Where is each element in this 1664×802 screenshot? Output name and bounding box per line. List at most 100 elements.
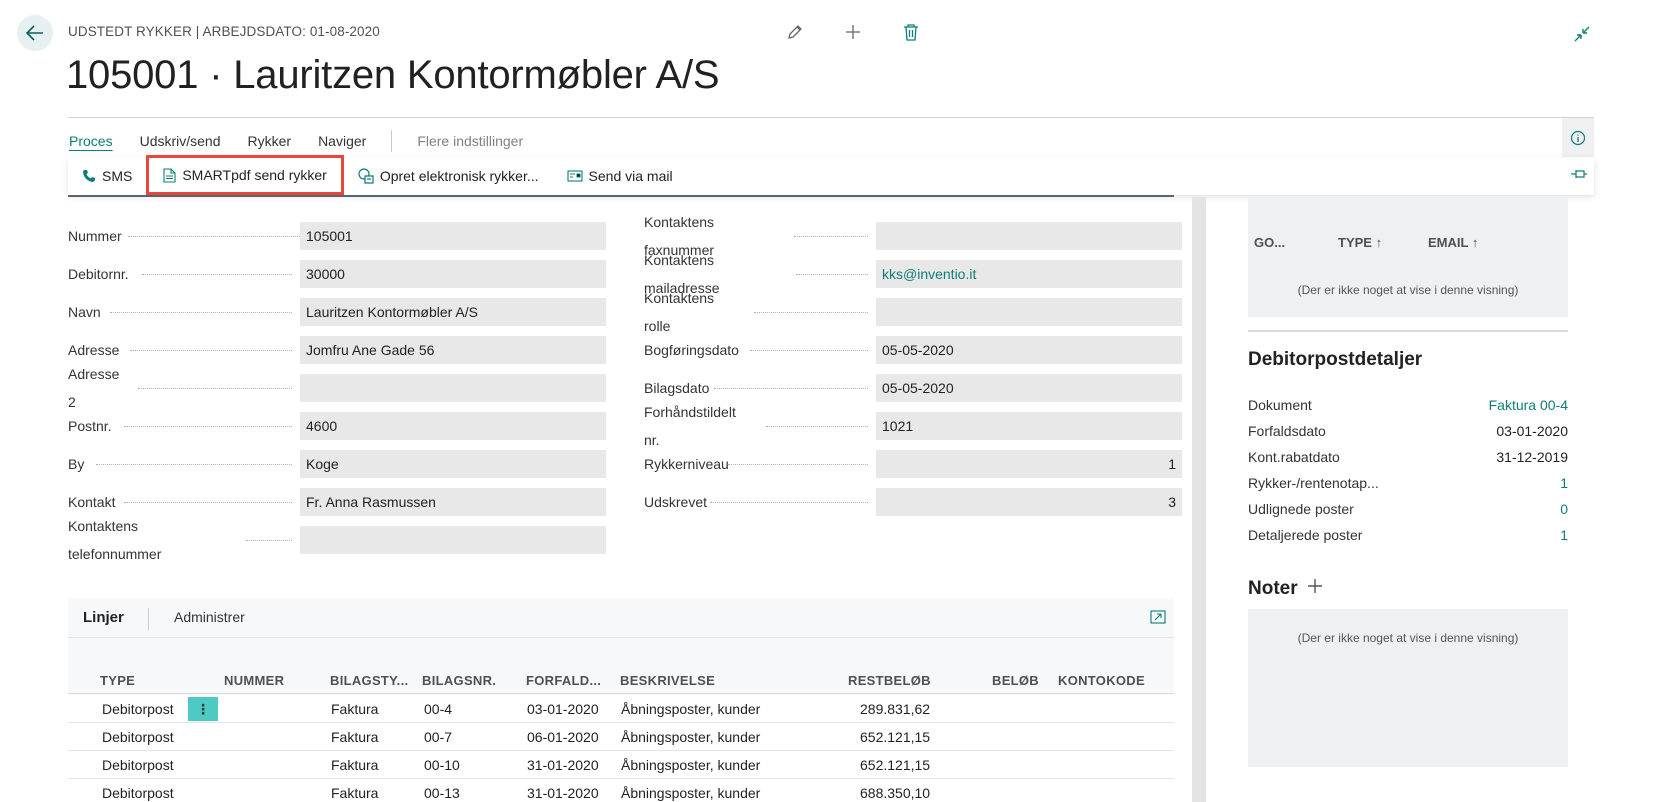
leader-dots bbox=[138, 388, 292, 389]
field-debitornr[interactable]: 30000 bbox=[300, 260, 606, 288]
col-bilagsnr[interactable]: BILAGSNR. bbox=[422, 673, 496, 688]
cell-type: Debitorpost bbox=[102, 785, 174, 801]
plus-icon bbox=[846, 25, 860, 39]
field-kontakt-mail[interactable]: kks@inventio.it bbox=[876, 260, 1182, 288]
col-forfaldsdato[interactable]: FORFALD... bbox=[526, 673, 601, 688]
tab-administrer[interactable]: Administrer bbox=[174, 609, 245, 625]
leader-dots bbox=[728, 464, 868, 465]
detail-row: Detaljerede poster 1 bbox=[1248, 527, 1568, 553]
pane-splitter[interactable] bbox=[1192, 197, 1206, 802]
cell-forfaldsdato: 31-01-2020 bbox=[527, 785, 599, 801]
mail-label: Send via mail bbox=[588, 168, 673, 184]
process-actions-bar: SMS SMARTpdf send rykker Opret elektroni… bbox=[68, 155, 1594, 195]
expand-icon bbox=[1150, 610, 1166, 624]
field-rykkerniveau[interactable]: 1 bbox=[876, 450, 1182, 478]
detail-row: Udlignede poster 0 bbox=[1248, 501, 1568, 527]
create-electronic-reminder-button[interactable]: Opret elektronisk rykker... bbox=[344, 157, 553, 195]
edit-button[interactable] bbox=[766, 20, 824, 44]
table-row[interactable]: Debitorpost Faktura 00-7 06-01-2020 Åbni… bbox=[68, 723, 1174, 751]
col-belob[interactable]: BELØB bbox=[992, 673, 1039, 688]
menu-udskriv-send[interactable]: Udskriv/send bbox=[140, 133, 221, 149]
col-type[interactable]: TYPE bbox=[100, 673, 135, 688]
field-label: Forhåndstildelt nr. bbox=[644, 404, 736, 448]
send-via-mail-button[interactable]: Send via mail bbox=[553, 157, 687, 195]
cell-forfaldsdato: 06-01-2020 bbox=[527, 729, 599, 745]
detail-value: 31-12-2019 bbox=[1496, 449, 1568, 465]
col-type[interactable]: TYPE ↑ bbox=[1338, 235, 1382, 250]
menu-naviger[interactable]: Naviger bbox=[318, 133, 366, 149]
pencil-icon bbox=[788, 25, 802, 39]
collapse-button[interactable] bbox=[1570, 22, 1594, 46]
lines-grid-header: TYPE NUMMER BILAGSTY... BILAGSNR. FORFAL… bbox=[68, 670, 1174, 694]
cell-forfaldsdato: 31-01-2020 bbox=[527, 757, 599, 773]
info-button[interactable] bbox=[1562, 118, 1594, 158]
tab-linjer[interactable]: Linjer bbox=[83, 609, 124, 626]
notes-empty-message: (Der er ikke noget at vise i denne visni… bbox=[1297, 631, 1519, 645]
record-actions bbox=[766, 20, 940, 44]
add-note-button[interactable] bbox=[1306, 577, 1324, 600]
cell-bilagstype: Faktura bbox=[331, 757, 379, 773]
field-label: Kontaktens telefonnummer bbox=[68, 518, 162, 562]
detail-value-link[interactable]: Faktura 00-4 bbox=[1489, 397, 1568, 413]
menu-more-options[interactable]: Flere indstillinger bbox=[417, 133, 523, 149]
field-adresse-2[interactable] bbox=[300, 374, 606, 402]
field-kontakt-fax[interactable] bbox=[876, 222, 1182, 250]
col-beskrivelse[interactable]: BESKRIVELSE bbox=[620, 673, 715, 688]
leader-dots bbox=[124, 502, 292, 503]
col-bilagstype[interactable]: BILAGSTY... bbox=[330, 673, 408, 688]
leader-dots bbox=[714, 388, 868, 389]
field-kontakt-telefon[interactable] bbox=[300, 526, 606, 554]
notes-header: Noter bbox=[1248, 577, 1324, 600]
expand-button[interactable] bbox=[1150, 610, 1166, 627]
field-bogforingsdato[interactable]: 05-05-2020 bbox=[876, 336, 1182, 364]
pin-button[interactable] bbox=[1570, 167, 1588, 184]
table-row[interactable]: Debitorpost Faktura 00-13 31-01-2020 Åbn… bbox=[68, 779, 1174, 802]
detail-value-link[interactable]: 1 bbox=[1560, 475, 1568, 491]
cell-type: Debitorpost bbox=[102, 729, 174, 745]
new-button[interactable] bbox=[824, 20, 882, 44]
row-menu-button[interactable]: ⋮ bbox=[188, 697, 218, 721]
field-forhandstildelt-nr[interactable]: 1021 bbox=[876, 412, 1182, 440]
leader-dots bbox=[110, 312, 292, 313]
sms-button[interactable]: SMS bbox=[68, 157, 146, 195]
detail-row: Forfaldsdato 03-01-2020 bbox=[1248, 423, 1568, 449]
detail-value-link[interactable]: 1 bbox=[1560, 527, 1568, 543]
table-row[interactable]: Debitorpost ⋮ Faktura 00-4 03-01-2020 Åb… bbox=[68, 695, 1174, 723]
col-nummer[interactable]: NUMMER bbox=[224, 673, 284, 688]
cell-beskrivelse: Åbningsposter, kunder bbox=[621, 757, 761, 773]
back-button[interactable] bbox=[17, 15, 53, 51]
field-label: Bogføringsdato bbox=[644, 342, 739, 358]
field-navn[interactable]: Lauritzen Kontormøbler A/S bbox=[300, 298, 606, 326]
field-kontakt[interactable]: Fr. Anna Rasmussen bbox=[300, 488, 606, 516]
page-caption: UDSTEDT RYKKER | ARBEJDSDATO: 01-08-2020 bbox=[68, 24, 380, 39]
electronic-document-icon bbox=[358, 168, 374, 184]
detail-value-link[interactable]: 0 bbox=[1560, 501, 1568, 517]
col-email[interactable]: EMAIL ↑ bbox=[1428, 235, 1478, 250]
col-kontokode[interactable]: KONTOKODE bbox=[1058, 673, 1145, 688]
field-bilagsdato[interactable]: 05-05-2020 bbox=[876, 374, 1182, 402]
field-by[interactable]: Koge bbox=[300, 450, 606, 478]
leader-dots bbox=[96, 464, 292, 465]
detail-key: Kont.rabatdato bbox=[1248, 449, 1340, 465]
field-kontakt-rolle[interactable] bbox=[876, 298, 1182, 326]
cell-bilagstype: Faktura bbox=[331, 729, 379, 745]
field-adresse[interactable]: Jomfru Ane Gade 56 bbox=[300, 336, 606, 364]
cell-restbelob: 652.121,15 bbox=[860, 757, 931, 773]
field-postnr[interactable]: 4600 bbox=[300, 412, 606, 440]
empty-message: (Der er ikke noget at vise i denne visni… bbox=[1297, 283, 1519, 297]
field-label: Kontaktens rolle bbox=[644, 290, 715, 334]
delete-button[interactable] bbox=[882, 20, 940, 44]
table-row[interactable]: Debitorpost Faktura 00-10 31-01-2020 Åbn… bbox=[68, 751, 1174, 779]
field-udskrevet[interactable]: 3 bbox=[876, 488, 1182, 516]
details-list: Dokument Faktura 00-4 Forfaldsdato 03-01-2… bbox=[1248, 397, 1568, 553]
col-restbelob[interactable]: RESTBELØB bbox=[848, 673, 931, 688]
cell-forfaldsdato: 03-01-2020 bbox=[527, 701, 599, 717]
col-go[interactable]: GO... bbox=[1254, 235, 1285, 250]
smartpdf-send-reminder-button[interactable]: SMARTpdf send rykker bbox=[146, 155, 344, 195]
cell-bilagsnr: 00-7 bbox=[424, 729, 453, 745]
field-nummer[interactable]: 105001 bbox=[300, 222, 606, 250]
menu-proces[interactable]: Proces bbox=[69, 133, 113, 149]
menu-rykker[interactable]: Rykker bbox=[248, 133, 292, 149]
cell-restbelob: 289.831,62 bbox=[860, 701, 931, 717]
electronic-label: Opret elektronisk rykker... bbox=[379, 168, 539, 184]
